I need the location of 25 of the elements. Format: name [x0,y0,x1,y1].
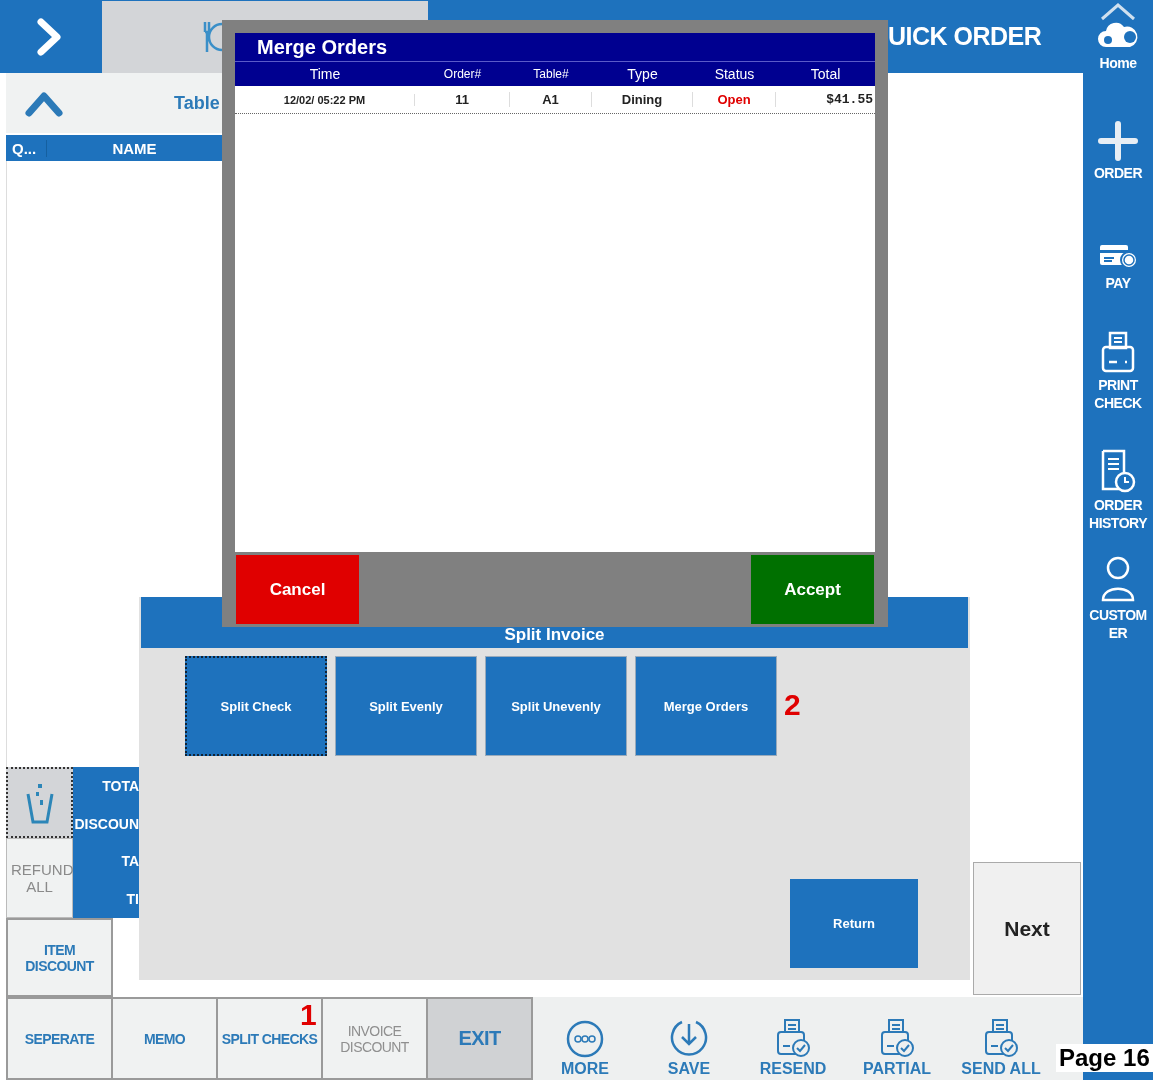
table-cell: A1 [510,92,592,107]
quick-order-title: UICK ORDER [888,22,1042,51]
step-number: 1 [300,1000,317,1030]
column-header: Total [809,66,842,82]
column-header: Q... [6,139,47,157]
table-cell-text: $41.55 [825,92,874,107]
totals-label: TI [126,891,139,908]
column-header: NAME [111,139,158,157]
table-label: Table [174,92,220,114]
column-header: Table# [532,67,570,81]
table-cell: 11 [415,92,510,107]
dialog-title: Split Invoice [504,625,605,645]
page-number: Page 16 [1056,1044,1153,1072]
table-cell: Open [693,92,776,107]
totals-label: DISCOUN [74,815,139,832]
table-cell: Dining [592,92,693,107]
table-cell: 12/02/ 05:22 PM [235,93,415,106]
column-header: Order# [442,67,483,81]
column-header: Type [626,66,659,82]
totals-label: TOTA [102,777,139,794]
totals-label: TA [121,853,139,870]
step-number: 2 [784,690,801,720]
column-header: Status [713,66,756,82]
dialog-title: Merge Orders [257,35,388,59]
column-header: Time [308,66,342,82]
